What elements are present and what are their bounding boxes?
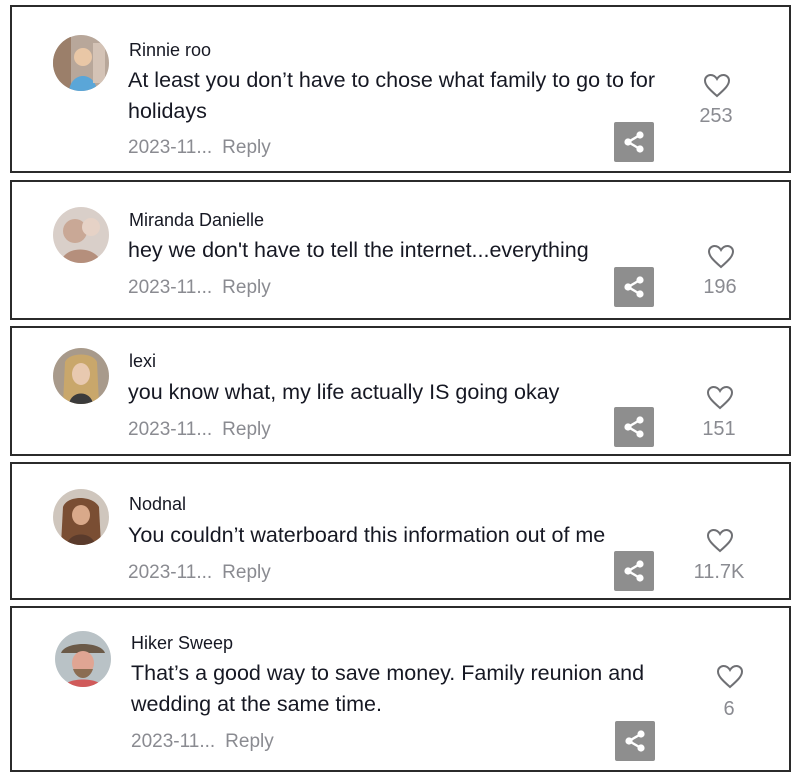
like-count: 253 [699,105,733,127]
comment-date: 2023-11... [128,277,213,298]
comment-username[interactable]: Rinnie roo [129,40,211,61]
profile-photo-icon [53,207,109,263]
avatar[interactable] [55,631,111,687]
avatar[interactable] [53,489,109,545]
share-icon [625,730,645,752]
comment-meta: 2023-11... Reply [128,562,271,584]
reply-button[interactable]: Reply [222,562,271,583]
comment-card: Miranda Danielle hey we don't have to te… [10,180,791,320]
share-icon [624,131,644,153]
comment-meta: 2023-11... Reply [128,277,271,299]
share-button[interactable] [614,551,654,591]
heart-icon[interactable] [703,73,731,99]
share-button[interactable] [614,122,654,162]
profile-photo-icon [53,348,109,404]
share-button[interactable] [615,721,655,761]
heart-icon[interactable] [707,244,735,270]
comment-meta: 2023-11... Reply [131,731,274,753]
like-count: 196 [703,276,737,298]
comment-text: you know what, my life actually IS going… [128,380,560,404]
comment-username[interactable]: Miranda Danielle [129,210,264,231]
heart-icon[interactable] [706,528,734,554]
like-count: 6 [723,698,735,720]
profile-photo-icon [53,35,109,91]
comment-card: Nodnal You couldn’t waterboard this info… [10,462,791,600]
comment-date: 2023-11... [128,419,213,440]
avatar[interactable] [53,207,109,263]
reply-button[interactable]: Reply [222,277,271,298]
comment-username[interactable]: Hiker Sweep [131,633,233,654]
share-icon [624,276,644,298]
share-button[interactable] [614,267,654,307]
profile-photo-icon [55,631,111,687]
comment-meta: 2023-11... Reply [128,137,271,159]
comment-card: Hiker Sweep That’s a good way to save mo… [10,606,791,772]
avatar[interactable] [53,35,109,91]
share-icon [624,416,644,438]
heart-icon[interactable] [706,385,734,411]
comment-text: That’s a good way to save money. Family … [131,661,645,716]
profile-photo-icon [53,489,109,545]
comment-card: Rinnie roo At least you don’t have to ch… [10,5,791,173]
comment-username[interactable]: Nodnal [129,494,186,515]
comment-text: You couldn’t waterboard this information… [128,523,606,547]
reply-button[interactable]: Reply [222,137,271,158]
share-button[interactable] [614,407,654,447]
comment-meta: 2023-11... Reply [128,419,271,441]
comment-date: 2023-11... [131,731,216,752]
share-icon [624,560,644,582]
comment-text: At least you don’t have to chose what fa… [128,68,656,123]
comment-date: 2023-11... [128,562,213,583]
comment-username[interactable]: lexi [129,351,156,372]
like-count: 11.7K [693,561,745,583]
comment-date: 2023-11... [128,137,213,158]
heart-icon[interactable] [716,664,744,690]
comment-card: lexi you know what, my life actually IS … [10,326,791,456]
reply-button[interactable]: Reply [222,419,271,440]
comment-text: hey we don't have to tell the internet..… [128,238,589,262]
avatar[interactable] [53,348,109,404]
like-count: 151 [702,418,736,440]
reply-button[interactable]: Reply [225,731,274,752]
